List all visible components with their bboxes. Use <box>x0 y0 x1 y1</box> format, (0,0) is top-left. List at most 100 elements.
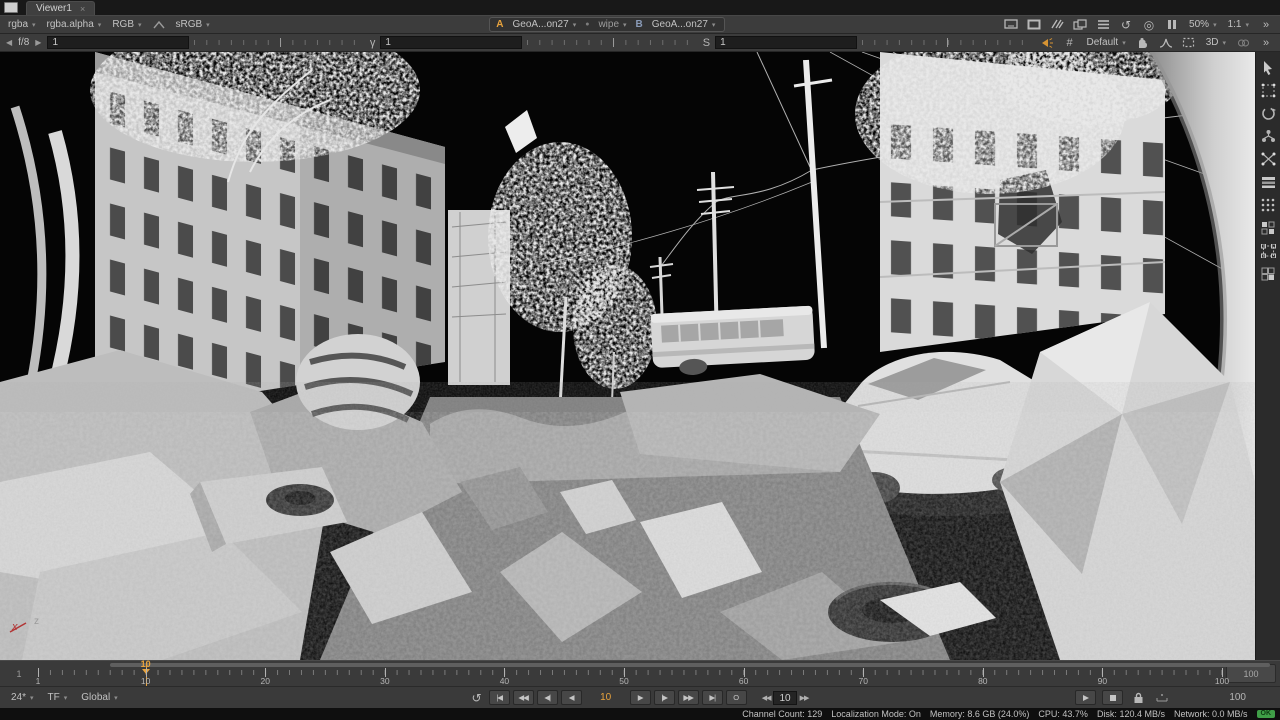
timeline-minor-ticks <box>38 670 1222 675</box>
stop-render-button[interactable] <box>1102 690 1123 705</box>
timeline-tick-label: 90 <box>1098 676 1107 686</box>
step-forward-icon[interactable]: ▶▶ <box>800 694 809 702</box>
overflow-chevron-icon[interactable]: » <box>1257 36 1275 50</box>
lut-curve-icon[interactable] <box>1157 36 1175 50</box>
pause-update-icon[interactable] <box>1163 18 1181 32</box>
prev-frame-button[interactable]: ◀| <box>537 690 558 705</box>
timeline-tick-label: 60 <box>739 676 748 686</box>
close-icon[interactable]: × <box>80 4 85 14</box>
alpha-dropdown[interactable]: rgba.alpha▾ <box>44 19 105 30</box>
layer-dropdown[interactable]: rgba▾ <box>5 19 39 30</box>
step-back-icon[interactable]: ◀◀ <box>762 694 771 702</box>
wipe-mode-dropdown[interactable]: wipe▾ <box>595 19 629 30</box>
frame-range-button[interactable]: O <box>726 690 747 705</box>
viewer-3d-scene[interactable]: x z <box>0 52 1255 660</box>
viewer-viewport[interactable]: x z <box>0 52 1280 660</box>
select-cursor-icon[interactable] <box>1259 58 1277 76</box>
layers-stack-icon[interactable] <box>1094 18 1112 32</box>
float-window-icon[interactable] <box>1071 18 1089 32</box>
chevron-down-icon: ▾ <box>1213 21 1217 29</box>
timeline-frames-dropdown[interactable]: TF▾ <box>45 692 71 703</box>
marquee-select-icon[interactable] <box>1259 81 1277 99</box>
chevron-down-icon: ▾ <box>1245 21 1249 29</box>
frame-range-scope-dropdown[interactable]: Global▾ <box>78 692 120 703</box>
saturation-slider[interactable] <box>862 38 1032 47</box>
timeline-tick-label: 40 <box>500 676 509 686</box>
scene-graph-icon[interactable] <box>1259 127 1277 145</box>
play-backward-button[interactable]: ◀ <box>561 690 582 705</box>
gamma-label: γ <box>370 37 376 49</box>
chevron-down-icon: ▾ <box>573 21 577 29</box>
hand-drag-icon[interactable] <box>1134 36 1152 50</box>
status-memory: Memory: 8.6 GB (24.0%) <box>930 709 1030 719</box>
roi-icon[interactable]: ◎ <box>1140 18 1158 32</box>
saturation-input[interactable] <box>715 36 857 49</box>
gain-input[interactable] <box>47 36 189 49</box>
chevron-down-icon: ▾ <box>30 694 34 702</box>
status-network: Network: 0.0 MB/s <box>1174 709 1248 719</box>
view-select-dropdown[interactable]: 3D▾ <box>1203 37 1229 48</box>
gamma-slider[interactable] <box>527 38 697 47</box>
wireframe-grid-icon[interactable]: # <box>1061 36 1079 50</box>
colorspace-dropdown[interactable]: sRGB▾ <box>173 19 213 30</box>
stereo-modes-icon[interactable] <box>1234 36 1252 50</box>
face-select-icon[interactable] <box>1259 265 1277 283</box>
timeline-tick-label: 30 <box>380 676 389 686</box>
input-b-dropdown[interactable]: GeoA...on27▾ <box>649 19 719 30</box>
tab-bar: Viewer1 × <box>0 0 1280 15</box>
gain-slider[interactable] <box>194 38 364 47</box>
lock-range-icon[interactable] <box>1129 691 1147 705</box>
monitor-output-icon[interactable] <box>1002 18 1020 32</box>
headlamp-3d-icon[interactable] <box>1038 36 1056 50</box>
viewer-icon <box>4 2 18 13</box>
marquee-zoom-icon[interactable] <box>1180 36 1198 50</box>
prev-keyframe-button[interactable]: ◀◀ <box>513 690 534 705</box>
pixel-aspect-dropdown[interactable]: 1:1▾ <box>1225 19 1252 30</box>
timeline-range-start: 1 <box>0 661 38 686</box>
timeline-ruler[interactable]: 10 1102030405060708090100 <box>38 667 1222 686</box>
chevron-down-icon: ▾ <box>1122 39 1126 47</box>
goto-start-button[interactable]: |◀ <box>489 690 510 705</box>
point-grid-icon[interactable] <box>1259 196 1277 214</box>
rotate-view-icon[interactable] <box>1259 104 1277 122</box>
wipe-center-icon[interactable]: ● <box>585 21 589 28</box>
object-select-icon[interactable] <box>1259 242 1277 260</box>
timeline-tick-label: 80 <box>978 676 987 686</box>
play-forward-button[interactable]: ▶ <box>630 690 651 705</box>
input-b-label: B <box>636 19 643 30</box>
next-frame-button[interactable]: |▶ <box>654 690 675 705</box>
display-toggle-icon[interactable] <box>150 18 168 32</box>
chevron-down-icon: ▾ <box>64 694 68 702</box>
channel-display-dropdown[interactable]: RGB▾ <box>109 19 144 30</box>
input-a-dropdown[interactable]: GeoA...on27▾ <box>510 19 580 30</box>
chevron-down-icon: ▾ <box>623 21 627 29</box>
frame-increment-field[interactable]: 10 <box>773 691 796 705</box>
cache-indicator-icon[interactable] <box>1153 691 1171 705</box>
gain-prev-icon[interactable]: ◀ <box>5 38 13 47</box>
refresh-icon[interactable]: ↺ <box>1117 18 1135 32</box>
tab-viewer1[interactable]: Viewer1 × <box>26 1 95 15</box>
zoom-dropdown[interactable]: 50%▾ <box>1186 19 1220 30</box>
vertex-select-icon[interactable] <box>1259 219 1277 237</box>
gamma-input[interactable] <box>380 36 522 49</box>
timeline-tick-label: 1 <box>36 676 41 686</box>
current-frame-display[interactable]: 10 <box>595 692 617 703</box>
viewer-toolbar-controls: ◀ f/8 ▶ γ S # Default▾ 3D▾ » <box>0 34 1280 52</box>
overflow-chevron-icon[interactable]: » <box>1257 18 1275 32</box>
timeline[interactable]: 1 10 1102030405060708090100 100 <box>0 660 1280 686</box>
layer-stack-icon[interactable] <box>1259 173 1277 191</box>
fps-dropdown[interactable]: 24*▾ <box>8 692 37 703</box>
snap-tool-icon[interactable] <box>1259 150 1277 168</box>
gain-next-icon[interactable]: ▶ <box>34 38 42 47</box>
frame-display-icon[interactable] <box>1025 18 1043 32</box>
proxy-mode-icon[interactable] <box>1048 18 1066 32</box>
input-a-label: A <box>496 19 503 30</box>
gain-mode-label[interactable]: f/8 <box>18 37 29 48</box>
viewer-process-dropdown[interactable]: Default▾ <box>1084 37 1129 48</box>
chevron-down-icon: ▾ <box>712 21 716 29</box>
playback-viewer-button[interactable] <box>1075 690 1096 705</box>
chevron-down-icon: ▾ <box>114 694 118 702</box>
next-keyframe-button[interactable]: ▶▶ <box>678 690 699 705</box>
loop-mode-icon[interactable]: ↺ <box>472 691 482 705</box>
goto-end-button[interactable]: ▶| <box>702 690 723 705</box>
